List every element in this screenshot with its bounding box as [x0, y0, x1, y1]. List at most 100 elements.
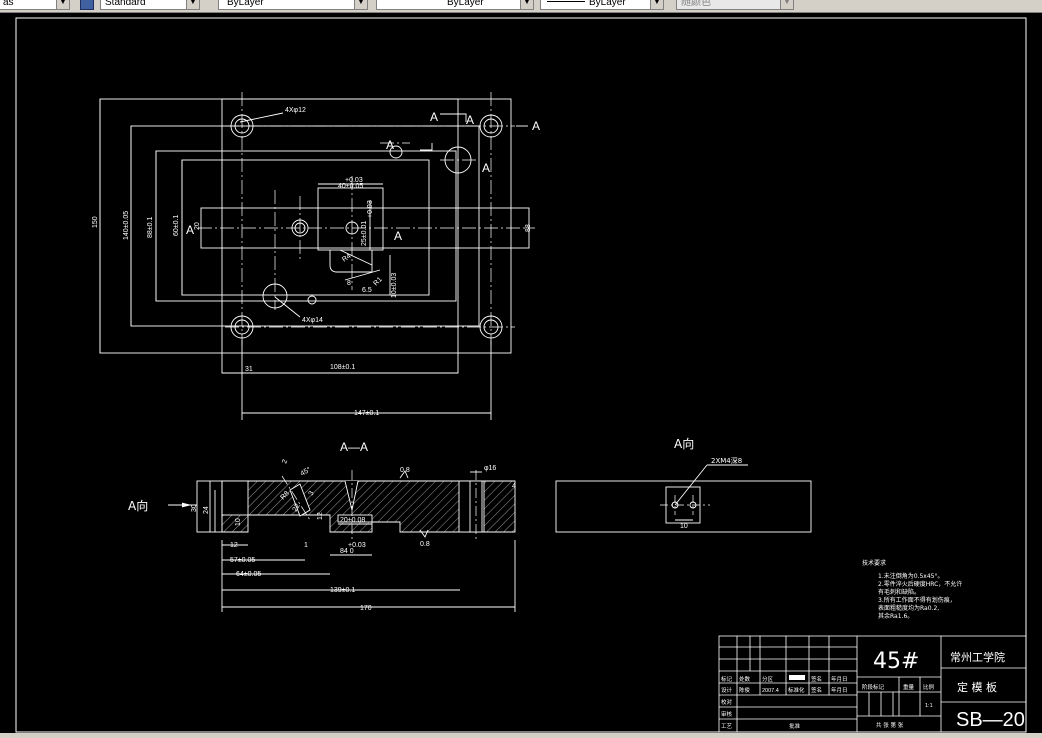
dim-147: 147±0.1 — [354, 410, 379, 417]
section-marker-A: A — [394, 229, 402, 243]
roughness-08b: 0.8 — [420, 541, 430, 548]
chevron-down-icon[interactable]: ▼ — [354, 0, 367, 9]
layer-combo[interactable]: ByLayer ▼ — [218, 0, 368, 10]
view-marker-A: A — [532, 119, 540, 133]
plate-outline — [99, 98, 512, 354]
dim-phi16: φ16 — [484, 465, 496, 472]
tb-cell: 分区 — [762, 675, 774, 683]
plan-view — [99, 92, 535, 420]
tb-cell: 工艺 — [721, 723, 733, 730]
tb-cell: 1:1 — [925, 703, 933, 709]
dim-45: 45° — [299, 465, 312, 477]
drawing-number: SB—20 — [956, 709, 1025, 731]
tech-req-line: 表面粗糙度均为Ra0.2, — [878, 604, 939, 612]
dim-40: 40±0.05 — [338, 183, 363, 190]
section-marker-A: A — [430, 110, 438, 124]
dim-24: 24 — [203, 506, 210, 514]
dim-tolerance: +0.03 — [367, 200, 374, 218]
tech-requirements: 技术要求 1.未注倒角为0.5x45°。 2.零件淬火后硬度HRC，不允许 有毛… — [862, 559, 962, 620]
tb-cell: 共 张 第 张 — [876, 721, 904, 729]
layer-value: ByLayer — [227, 0, 264, 8]
hole-note-4x14: 4Xφ14 — [302, 317, 323, 324]
tb-cell: 审核 — [721, 710, 733, 718]
tb-cell: 处数 — [739, 675, 751, 683]
linetype-value: ByLayer — [447, 0, 484, 8]
cavity-block — [317, 187, 384, 251]
dim-10: 10 — [235, 518, 242, 526]
dim-10: 10 — [680, 523, 688, 530]
tb-cell: 重量 — [903, 683, 915, 691]
dim-12: 12 — [230, 542, 238, 549]
partial-combo-value: as — [3, 0, 14, 8]
lineweight-combo[interactable]: ByLayer ▼ — [540, 0, 664, 10]
tech-req-title: 技术要求 — [862, 559, 886, 567]
part-name: 定 模 板 — [957, 680, 997, 694]
tb-cell: 比例 — [923, 683, 935, 691]
dim-20-08: 20±0.08 — [340, 517, 365, 524]
tech-req-line: 2.零件淬火后硬度HRC，不允许 — [878, 580, 962, 588]
dim-1: 1 — [304, 542, 308, 549]
dim-108: 108±0.1 — [330, 364, 355, 371]
dim-84-tol: +0.03 — [348, 542, 366, 549]
tb-cell: 年月日 — [831, 675, 848, 683]
view-A — [555, 464, 812, 533]
tb-cell: 标准化 — [788, 686, 805, 694]
school-name: 常州工学院 — [950, 650, 1005, 664]
tb-cell: 批准 — [789, 722, 801, 730]
chevron-down-icon[interactable]: ▼ — [186, 0, 199, 9]
dim-139: 139±0.1 — [330, 587, 355, 594]
section-marker-A: A — [466, 113, 474, 127]
dim-r1: R1 — [372, 276, 383, 287]
tech-req-line: 1.未注倒角为0.5x45°。 — [878, 572, 943, 580]
dim-60: 60±0.1 — [173, 215, 180, 236]
chevron-down-icon[interactable]: ▼ — [780, 0, 793, 9]
tb-cell: 陈俊 — [739, 686, 751, 694]
material-value: 45# — [873, 649, 919, 674]
text-style-combo[interactable]: Standard ▼ — [100, 0, 200, 10]
tb-cell: 签名 — [811, 675, 822, 683]
dim-4: 4 — [512, 483, 516, 490]
plot-style-value: 随颜色 — [681, 0, 711, 8]
chevron-down-icon[interactable]: ▼ — [56, 0, 69, 9]
roughness-08: 0.8 — [400, 467, 410, 474]
dim-84: 84 0 — [340, 548, 354, 555]
dim-31: 31 — [245, 366, 253, 373]
chevron-down-icon[interactable]: ▼ — [650, 0, 663, 9]
dim-20: 20 — [194, 222, 201, 230]
thread-note: 2XM4深8 — [711, 456, 742, 465]
tb-cell: 校对 — [721, 698, 733, 706]
plot-style-combo[interactable]: 随颜色 ▼ — [676, 0, 794, 10]
status-bar — [0, 733, 1042, 738]
tech-req-line: 有毛刺和缺陷。 — [878, 588, 920, 596]
insert-outline — [221, 98, 459, 374]
dim-12r: 12 — [317, 512, 324, 520]
partial-combo[interactable]: as ▼ — [0, 0, 70, 10]
dim-57: 57±0.05 — [230, 557, 255, 564]
pin-hole — [307, 295, 317, 305]
view-A-text: A向 2XM4深8 10 — [674, 436, 742, 530]
chevron-down-icon[interactable]: ▼ — [520, 0, 533, 9]
title-block-filled-cell — [789, 675, 805, 680]
dim-25: 25±0.01 — [361, 221, 368, 246]
view-direction-label: A向 — [128, 498, 148, 513]
section-title: A—A — [340, 440, 368, 454]
dim-r4: R4 — [341, 253, 352, 264]
drawing: 4Xφ12 4Xφ14 A A A A A A A 150 140±0.05 8… — [15, 17, 1027, 733]
tb-cell: 签名 — [811, 686, 822, 694]
hole-note-4x12: 4Xφ12 — [285, 107, 306, 114]
dim-2: 2 — [281, 459, 289, 465]
text-style-value: Standard — [105, 0, 146, 8]
lineweight-sample — [547, 1, 585, 2]
model-space-canvas[interactable]: 4Xφ12 4Xφ14 A A A A A A A 150 140±0.05 8… — [0, 12, 1042, 738]
dim-6-5: 6.5 — [362, 287, 372, 294]
view-A-title: A向 — [674, 436, 694, 451]
tb-cell: 标记 — [721, 675, 733, 683]
dim-140: 140±0.05 — [123, 211, 130, 240]
section-marker-A: A — [482, 161, 490, 175]
linetype-combo[interactable]: ByLayer ▼ — [376, 0, 534, 10]
dim-30: 30 — [191, 504, 198, 512]
dim-tolerance: +0.03 — [345, 177, 363, 184]
dim-10: 10±0.03 — [391, 273, 398, 298]
text-style-icon[interactable] — [80, 0, 94, 10]
section-cut-marker — [440, 113, 467, 122]
